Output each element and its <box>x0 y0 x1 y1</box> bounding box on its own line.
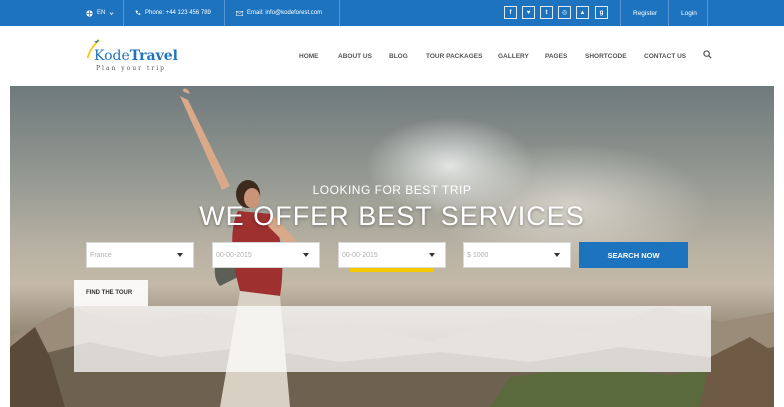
login-link[interactable]: Login <box>681 0 697 26</box>
chevron-down-icon <box>293 243 319 267</box>
logo-tagline: Plan your trip <box>96 65 166 72</box>
hero-subtitle: LOOKING FOR BEST TRIP <box>312 183 472 197</box>
destination-select[interactable]: France <box>86 242 194 268</box>
date-to-value: 00-00-2015 <box>342 251 378 259</box>
language-label: EN <box>97 10 106 16</box>
chevron-down-icon <box>167 243 193 267</box>
email-info[interactable]: Email: info@kodeforest.com <box>236 0 322 26</box>
language-selector[interactable]: EN <box>86 0 114 26</box>
nav-item-home[interactable]: HOME <box>299 26 319 86</box>
dribbble-icon[interactable]: ◎ <box>558 6 571 19</box>
chevron-down-icon <box>544 243 570 267</box>
nav-item-about-us[interactable]: ABOUT US <box>338 26 372 86</box>
phone-text: Phone: +44 123 456 789 <box>145 10 211 16</box>
divider <box>339 0 340 26</box>
site-header: KodeTravel Plan your trip HOME ABOUT US … <box>0 26 784 86</box>
nav-item-gallery[interactable]: GALLERY <box>498 26 529 86</box>
facebook-icon[interactable]: f <box>504 6 517 19</box>
tumblr-icon[interactable]: t <box>540 6 553 19</box>
chevron-down-icon <box>110 11 114 15</box>
date-to-select[interactable]: 00-00-2015 <box>338 242 446 268</box>
youtube-icon[interactable]: ▲ <box>576 6 589 19</box>
globe-icon <box>86 9 93 17</box>
email-text: Email: info@kodeforest.com <box>247 10 323 16</box>
nav-item-contact-us[interactable]: CONTACT US <box>644 26 686 86</box>
nav-item-tour-packages[interactable]: TOUR PACKAGES <box>426 26 482 86</box>
site-logo[interactable]: KodeTravel Plan your trip <box>84 38 194 76</box>
search-icon[interactable] <box>703 50 712 59</box>
phone-info: Phone: +44 123 456 789 <box>135 0 211 26</box>
budget-select[interactable]: $ 1000 <box>463 242 571 268</box>
search-panel <box>74 306 711 372</box>
date-from-value: 00-00-2015 <box>216 251 252 259</box>
destination-value: France <box>90 251 112 259</box>
logo-name-bold: Travel <box>129 48 178 64</box>
divider <box>707 0 708 26</box>
hero-title: WE OFFER BEST SERVICES <box>199 201 585 231</box>
date-from-select[interactable]: 00-00-2015 <box>212 242 320 268</box>
nav-item-shortcode[interactable]: SHORTCODE <box>585 26 627 86</box>
divider <box>224 0 225 26</box>
find-tour-tab[interactable]: FIND THE TOUR <box>74 280 148 306</box>
twitter-icon[interactable]: ♥ <box>522 6 535 19</box>
divider <box>620 0 621 26</box>
envelope-icon <box>236 10 243 16</box>
top-bar: EN Phone: +44 123 456 789 Email: info@ko… <box>0 0 784 26</box>
budget-value: $ 1000 <box>467 251 489 259</box>
nav-item-pages[interactable]: PAGES <box>545 26 567 86</box>
nav-item-blog[interactable]: BLOG <box>389 26 408 86</box>
register-link[interactable]: Register <box>633 0 657 26</box>
logo-wordmark: KodeTravel <box>94 48 178 64</box>
logo-name-light: Kode <box>94 48 130 64</box>
divider <box>668 0 669 26</box>
chevron-down-icon <box>419 243 445 267</box>
phone-icon <box>135 10 141 15</box>
divider <box>123 0 124 26</box>
search-now-button[interactable]: SEARCH NOW <box>579 242 688 268</box>
google-plus-icon[interactable]: g <box>595 6 608 19</box>
